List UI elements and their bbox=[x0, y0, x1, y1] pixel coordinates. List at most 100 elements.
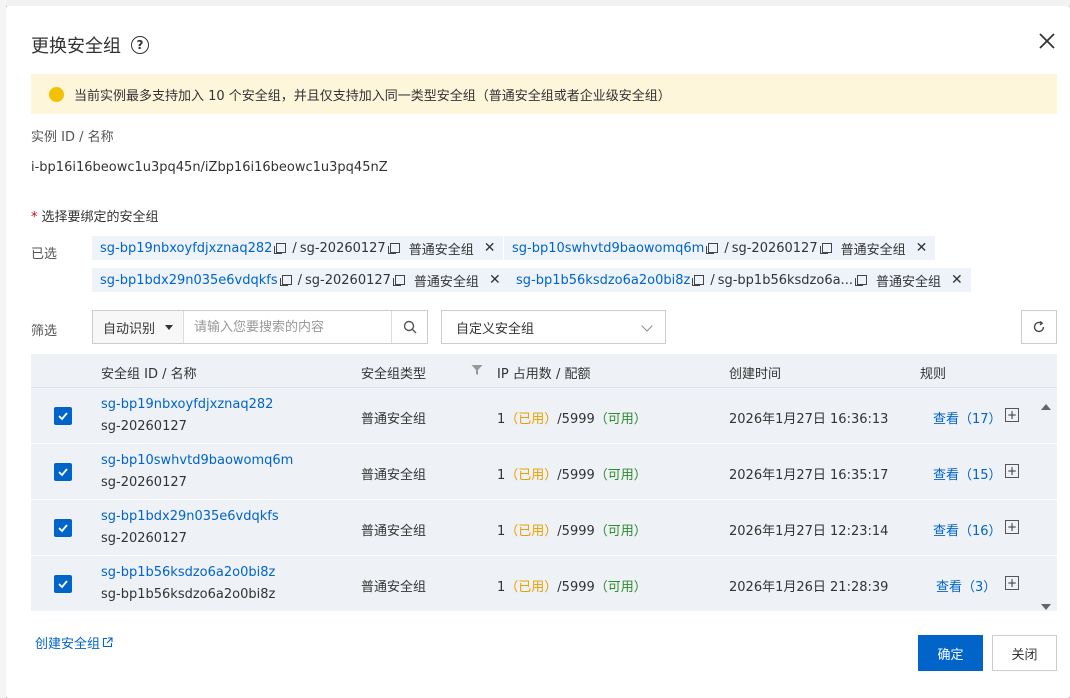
copy-icon[interactable] bbox=[706, 243, 719, 254]
copy-icon[interactable] bbox=[387, 243, 400, 254]
selected-chip: sg-bp1b56ksdzo6a2o0bi8z / sg-bp1b56ksdzo… bbox=[508, 268, 971, 292]
filter-label: 筛选 bbox=[31, 324, 58, 339]
chip-id[interactable]: sg-bp19nbxoyfdjxznaq282 bbox=[100, 241, 272, 256]
copy-icon[interactable] bbox=[692, 275, 705, 286]
sg-type: 普通安全组 bbox=[361, 580, 427, 595]
view-label: 查看 bbox=[933, 412, 960, 427]
chip-name: sg-bp1b56ksdzo6a... bbox=[717, 272, 853, 288]
chip-name: sg-20260127 bbox=[305, 272, 391, 288]
search-mode-select[interactable]: 自动识别 bbox=[93, 311, 185, 343]
row-checkbox[interactable] bbox=[54, 463, 72, 481]
remove-chip-icon[interactable]: ✕ bbox=[484, 240, 496, 256]
expand-icon[interactable]: + bbox=[1005, 464, 1019, 478]
created-time: 2026年1月27日 12:23:14 bbox=[729, 524, 889, 539]
check-icon bbox=[58, 524, 68, 533]
copy-icon[interactable] bbox=[279, 275, 292, 286]
check-icon bbox=[58, 468, 68, 477]
scroll-down-arrow[interactable] bbox=[1041, 604, 1051, 610]
ip-avail-label: （可用） bbox=[594, 580, 647, 595]
remove-chip-icon[interactable]: ✕ bbox=[489, 272, 501, 288]
chip-type: 普通安全组 bbox=[413, 274, 479, 290]
scroll-up-arrow[interactable] bbox=[1041, 404, 1051, 410]
created-time: 2026年1月26日 21:28:39 bbox=[729, 580, 889, 595]
caret-down-icon bbox=[165, 324, 174, 330]
chip-id[interactable]: sg-bp1bdx29n035e6vdqkfs bbox=[100, 273, 278, 288]
sg-id-link[interactable]: sg-bp1b56ksdzo6a2o0bi8z bbox=[101, 565, 275, 580]
selection-label-text: 选择要绑定的安全组 bbox=[41, 210, 159, 225]
copy-icon[interactable] bbox=[274, 243, 287, 254]
search-mode-value: 自动识别 bbox=[103, 321, 156, 337]
check-icon bbox=[58, 412, 68, 421]
expand-icon[interactable]: + bbox=[1005, 520, 1019, 534]
warning-icon bbox=[49, 86, 64, 102]
sg-id-link[interactable]: sg-bp19nbxoyfdjxznaq282 bbox=[101, 397, 273, 412]
refresh-button[interactable] bbox=[1021, 310, 1057, 344]
sg-name: sg-20260127 bbox=[101, 419, 187, 434]
sg-name: sg-bp1b56ksdzo6a2o0bi8z bbox=[101, 587, 276, 602]
check-icon bbox=[58, 580, 68, 589]
ip-used-label: （已用） bbox=[505, 468, 558, 483]
row-checkbox[interactable] bbox=[54, 575, 72, 593]
help-icon[interactable]: ? bbox=[131, 36, 149, 54]
filter-icon[interactable] bbox=[471, 364, 483, 376]
dialog-title-text: 更换安全组 bbox=[31, 36, 121, 57]
ip-usage: 1（已用）/5999（可用） bbox=[497, 464, 647, 483]
row-checkbox[interactable] bbox=[54, 519, 72, 537]
sg-id-link[interactable]: sg-bp10swhvtd9baowomq6m bbox=[101, 453, 293, 468]
chip-id[interactable]: sg-bp10swhvtd9baowomq6m bbox=[512, 241, 704, 256]
table-row: sg-bp1bdx29n035e6vdqkfs sg-20260127 普通安全… bbox=[31, 500, 1057, 556]
ip-quota: /5999 bbox=[557, 524, 595, 539]
sg-name: sg-20260127 bbox=[101, 531, 187, 546]
search-button[interactable] bbox=[391, 311, 427, 343]
view-rules-link[interactable]: 查看（17） bbox=[933, 408, 1002, 427]
search-icon bbox=[403, 320, 416, 334]
copy-icon[interactable] bbox=[392, 275, 405, 286]
rule-count: （3） bbox=[962, 580, 997, 595]
expand-icon[interactable]: + bbox=[1005, 576, 1019, 590]
chip-type: 普通安全组 bbox=[408, 242, 474, 258]
view-rules-link[interactable]: 查看（3） bbox=[936, 576, 996, 595]
refresh-icon bbox=[1033, 321, 1045, 333]
chevron-down-icon bbox=[641, 320, 653, 332]
table-row: sg-bp19nbxoyfdjxznaq282 sg-20260127 普通安全… bbox=[31, 388, 1057, 444]
dialog-title: 更换安全组 ? bbox=[31, 32, 149, 58]
header-ip: IP 占用数 / 配额 bbox=[497, 367, 591, 382]
copy-icon[interactable] bbox=[854, 275, 867, 286]
view-rules-link[interactable]: 查看（16） bbox=[933, 520, 1002, 539]
selected-chip: sg-bp10swhvtd9baowomq6m / sg-20260127 普通… bbox=[504, 236, 936, 260]
security-group-table: 安全组 ID / 名称 安全组类型 IP 占用数 / 配额 创建时间 规则 sg… bbox=[31, 354, 1057, 612]
chip-separator: / bbox=[297, 272, 303, 288]
created-time: 2026年1月27日 16:35:17 bbox=[729, 468, 889, 483]
table-row: sg-bp1b56ksdzo6a2o0bi8z sg-bp1b56ksdzo6a… bbox=[31, 556, 1057, 612]
expand-icon[interactable]: + bbox=[1005, 408, 1019, 422]
table-header: 安全组 ID / 名称 安全组类型 IP 占用数 / 配额 创建时间 规则 bbox=[31, 354, 1057, 388]
sg-type: 普通安全组 bbox=[361, 524, 427, 539]
ip-avail-label: （可用） bbox=[594, 412, 647, 427]
search-input[interactable] bbox=[184, 312, 391, 342]
copy-icon[interactable] bbox=[819, 243, 832, 254]
create-security-group-link[interactable]: 创建安全组 bbox=[35, 633, 113, 652]
view-label: 查看 bbox=[933, 468, 960, 483]
notice-text: 当前实例最多支持加入 10 个安全组，并且仅支持加入同一类型安全组（普通安全组或… bbox=[74, 88, 671, 104]
selected-chip: sg-bp1bdx29n035e6vdqkfs / sg-20260127 普通… bbox=[92, 268, 509, 292]
remove-chip-icon[interactable]: ✕ bbox=[916, 240, 928, 256]
chip-name: sg-20260127 bbox=[299, 240, 386, 256]
view-rules-link[interactable]: 查看（15） bbox=[933, 464, 1002, 483]
ip-avail-label: （可用） bbox=[594, 468, 647, 483]
ip-used-label: （已用） bbox=[505, 580, 558, 595]
remove-chip-icon[interactable]: ✕ bbox=[951, 272, 963, 288]
close-icon[interactable] bbox=[1036, 30, 1058, 52]
confirm-button[interactable]: 确定 bbox=[918, 635, 983, 671]
sg-type: 普通安全组 bbox=[361, 468, 427, 483]
ip-quota: /5999 bbox=[557, 468, 595, 483]
group-type-select[interactable]: 自定义安全组 bbox=[441, 310, 666, 344]
instance-label: 实例 ID / 名称 bbox=[31, 130, 114, 145]
notice-banner: 当前实例最多支持加入 10 个安全组，并且仅支持加入同一类型安全组（普通安全组或… bbox=[31, 74, 1057, 114]
chip-id[interactable]: sg-bp1b56ksdzo6a2o0bi8z bbox=[516, 273, 690, 288]
row-checkbox[interactable] bbox=[54, 407, 72, 425]
rule-count: （15） bbox=[959, 468, 1002, 483]
close-button[interactable]: 关闭 bbox=[992, 635, 1057, 671]
sg-id-link[interactable]: sg-bp1bdx29n035e6vdqkfs bbox=[101, 509, 279, 524]
chip-name: sg-20260127 bbox=[731, 240, 818, 256]
ip-avail-label: （可用） bbox=[594, 524, 647, 539]
